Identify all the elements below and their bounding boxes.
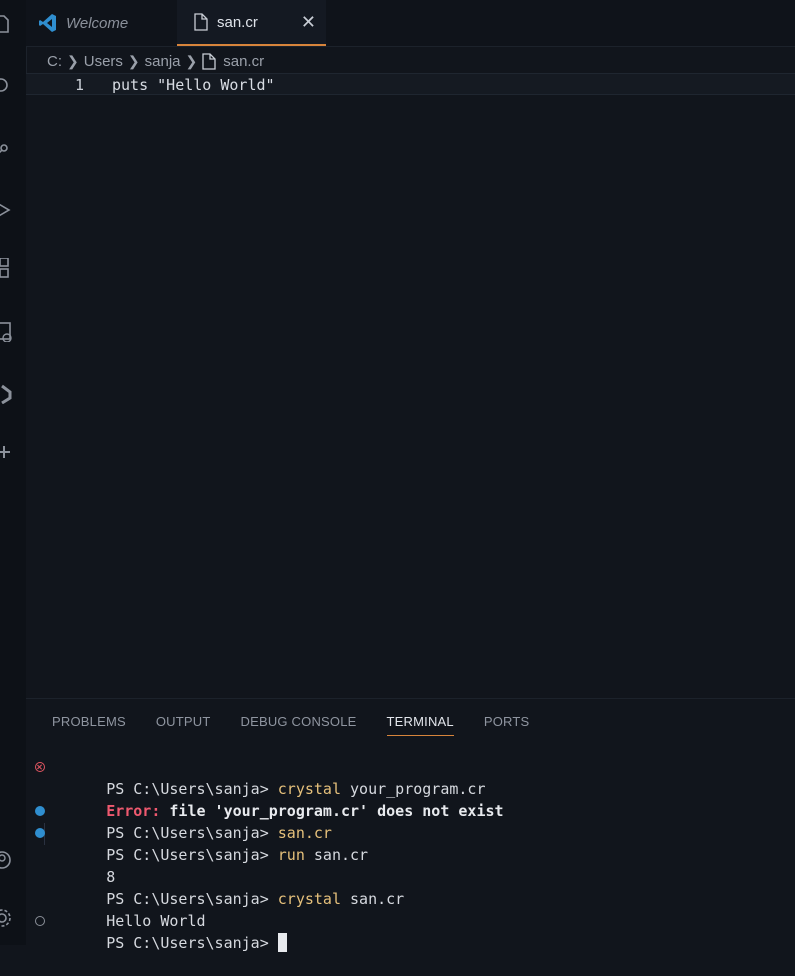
explorer-icon[interactable] bbox=[0, 14, 12, 34]
breadcrumb-item-drive[interactable]: C: bbox=[47, 53, 62, 70]
line-number: 1 bbox=[74, 76, 84, 94]
terminal-line: 8 bbox=[34, 844, 504, 886]
tab-san-cr-label: san.cr bbox=[217, 13, 258, 31]
search-icon[interactable] bbox=[0, 76, 12, 96]
success-decoration-icon[interactable] bbox=[35, 806, 45, 816]
tab-welcome[interactable]: Welcome bbox=[38, 0, 176, 46]
error-decoration-icon[interactable] bbox=[35, 762, 45, 772]
terminal-line: Error: file 'your_program.cr' does not e… bbox=[34, 778, 503, 820]
file-icon bbox=[202, 52, 216, 70]
tab-san-cr[interactable]: san.cr ✕ bbox=[177, 0, 326, 46]
testing-icon[interactable] bbox=[0, 384, 12, 404]
terminal-cursor bbox=[277, 933, 287, 952]
tab-terminal[interactable]: TERMINAL bbox=[386, 709, 454, 736]
breadcrumb-item-users[interactable]: Users bbox=[84, 53, 123, 70]
pending-decoration-icon[interactable] bbox=[35, 916, 45, 926]
code-editor[interactable]: 1 puts "Hello World" bbox=[26, 73, 795, 698]
success-decoration-icon[interactable] bbox=[35, 828, 45, 838]
extensions-icon[interactable] bbox=[0, 258, 12, 278]
terminal-line: PS C:\Users\sanja> bbox=[34, 910, 504, 952]
terminal-line: PS C:\Users\sanja> crystal san.cr bbox=[34, 866, 504, 908]
source-control-icon[interactable] bbox=[0, 140, 12, 160]
terminal-line: Hello World bbox=[34, 888, 504, 930]
activity-bar bbox=[0, 0, 27, 945]
bottom-panel: PROBLEMS OUTPUT DEBUG CONSOLE TERMINAL P… bbox=[26, 698, 795, 952]
remote-explorer-icon[interactable] bbox=[0, 322, 12, 342]
terminal-output[interactable]: PS C:\Users\sanja> crystal your_program.… bbox=[34, 756, 504, 952]
terminal-line: PS C:\Users\sanja> run san.cr bbox=[34, 822, 504, 864]
breadcrumb: C: ❯ Users ❯ sanja ❯ san.cr bbox=[47, 50, 264, 72]
chevron-right-icon: ❯ bbox=[67, 52, 79, 69]
breadcrumb-item-sanja[interactable]: sanja bbox=[145, 53, 181, 70]
close-icon[interactable]: ✕ bbox=[301, 12, 316, 33]
prompt: PS C:\Users\sanja> bbox=[106, 934, 278, 952]
code-line[interactable]: puts "Hello World" bbox=[112, 76, 275, 94]
panel-tab-bar: PROBLEMS OUTPUT DEBUG CONSOLE TERMINAL P… bbox=[52, 709, 559, 736]
editor-tab-bar: Welcome san.cr ✕ bbox=[26, 0, 795, 47]
current-line-highlight: 1 puts "Hello World" bbox=[26, 73, 795, 95]
settings-gear-icon[interactable] bbox=[0, 908, 12, 928]
file-icon bbox=[193, 13, 209, 31]
tab-output[interactable]: OUTPUT bbox=[156, 709, 211, 735]
tab-problems[interactable]: PROBLEMS bbox=[52, 709, 126, 735]
tab-ports[interactable]: PORTS bbox=[484, 709, 530, 735]
vscode-logo-icon bbox=[38, 13, 58, 33]
chevron-right-icon: ❯ bbox=[185, 52, 198, 69]
extension-tool-icon[interactable] bbox=[0, 442, 12, 462]
terminal-line: PS C:\Users\sanja> crystal your_program.… bbox=[34, 756, 504, 798]
terminal-line: PS C:\Users\sanja> san.cr bbox=[34, 800, 504, 842]
tab-welcome-label: Welcome bbox=[66, 14, 129, 32]
account-icon[interactable] bbox=[0, 850, 12, 870]
tab-debug-console[interactable]: DEBUG CONSOLE bbox=[241, 709, 357, 735]
run-debug-icon[interactable] bbox=[0, 200, 12, 220]
breadcrumb-item-file[interactable]: san.cr bbox=[223, 53, 264, 70]
chevron-right-icon: ❯ bbox=[127, 52, 140, 69]
